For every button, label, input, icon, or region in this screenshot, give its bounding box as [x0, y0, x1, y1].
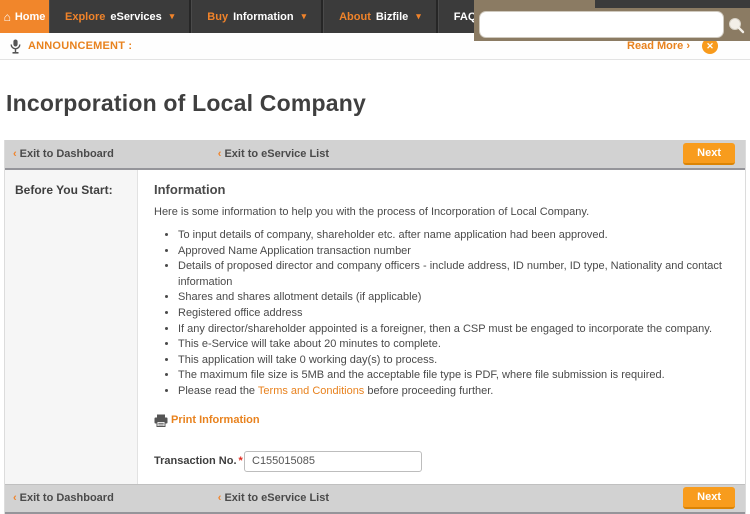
page-title: Incorporation of Local Company	[6, 90, 366, 116]
search-input[interactable]	[479, 11, 724, 38]
info-bullet-list: To input details of company, shareholder…	[162, 228, 727, 400]
required-asterisk: *	[238, 455, 243, 468]
transaction-no-label: Transaction No. *	[154, 455, 243, 468]
printer-icon	[154, 414, 168, 427]
exit-to-dashboard-link[interactable]: ‹ Exit to Dashboard	[13, 492, 114, 504]
chevron-down-icon: ▾	[301, 11, 307, 21]
list-item-terms: Please read the Terms and Conditions bef…	[178, 384, 727, 400]
nav-home-label: Home	[14, 10, 46, 23]
nav-item-about-bizfile[interactable]: About Bizfile ▾	[323, 0, 438, 33]
search-icon[interactable]	[727, 16, 745, 34]
exit-to-eservice-list-link[interactable]: ‹ Exit to eService List	[218, 492, 329, 504]
toolbar-top: ‹ Exit to Dashboard ‹ Exit to eService L…	[5, 140, 745, 170]
microphone-icon	[10, 39, 21, 54]
nav-item-buy-information[interactable]: Buy Information ▾	[191, 0, 324, 33]
list-item: The maximum file size is 5MB and the acc…	[178, 368, 727, 384]
nav-item-home[interactable]: ⌂ Home	[0, 0, 49, 33]
chevron-left-icon: ‹	[13, 148, 17, 160]
list-item: Approved Name Application transaction nu…	[178, 244, 727, 260]
chevron-left-icon: ‹	[217, 492, 222, 505]
list-item: To input details of company, shareholder…	[178, 228, 727, 244]
main-panel: Information Here is some information to …	[138, 170, 745, 484]
terms-and-conditions-link[interactable]: Terms and Conditions	[258, 385, 364, 397]
eservice-section: ‹ Exit to Dashboard ‹ Exit to eService L…	[4, 140, 746, 514]
transaction-row: Transaction No. *	[154, 450, 727, 472]
search-panel	[474, 8, 750, 41]
list-item: Registered office address	[178, 306, 727, 322]
chevron-down-icon: ▾	[169, 11, 175, 21]
before-you-start-label: Before You Start:	[15, 183, 113, 197]
content-area: Before You Start: Information Here is so…	[5, 170, 745, 484]
nav-item-explore-eservices[interactable]: Explore eServices ▾	[49, 0, 192, 33]
chevron-left-icon: ‹	[13, 492, 17, 505]
list-item: If any director/shareholder appointed is…	[178, 322, 727, 338]
information-heading: Information	[154, 182, 226, 197]
chevron-down-icon: ▾	[416, 11, 421, 21]
list-item: This application will take 0 working day…	[178, 353, 727, 369]
read-more-link[interactable]: Read More ›	[627, 40, 690, 52]
toolbar-bottom: ‹ Exit to Dashboard ‹ Exit to eService L…	[5, 483, 745, 514]
exit-to-dashboard-link[interactable]: ‹ Exit to Dashboard	[13, 148, 114, 160]
list-item: This e-Service will take about 20 minute…	[178, 337, 727, 353]
chevron-left-icon: ‹	[217, 148, 222, 160]
next-button[interactable]: Next	[683, 487, 735, 510]
list-item: Details of proposed director and company…	[178, 259, 727, 290]
sidebar: Before You Start:	[5, 170, 138, 484]
list-item: Shares and shares allotment details (if …	[178, 290, 727, 306]
exit-to-eservice-list-link[interactable]: ‹ Exit to eService List	[218, 148, 329, 160]
transaction-no-input[interactable]	[244, 450, 422, 472]
next-button[interactable]: Next	[683, 143, 735, 165]
announcement-label: ANNOUNCEMENT :	[28, 40, 133, 52]
intro-text: Here is some information to help you wit…	[154, 206, 590, 218]
home-icon: ⌂	[3, 9, 11, 24]
print-information-link[interactable]: Print Information	[154, 414, 727, 427]
